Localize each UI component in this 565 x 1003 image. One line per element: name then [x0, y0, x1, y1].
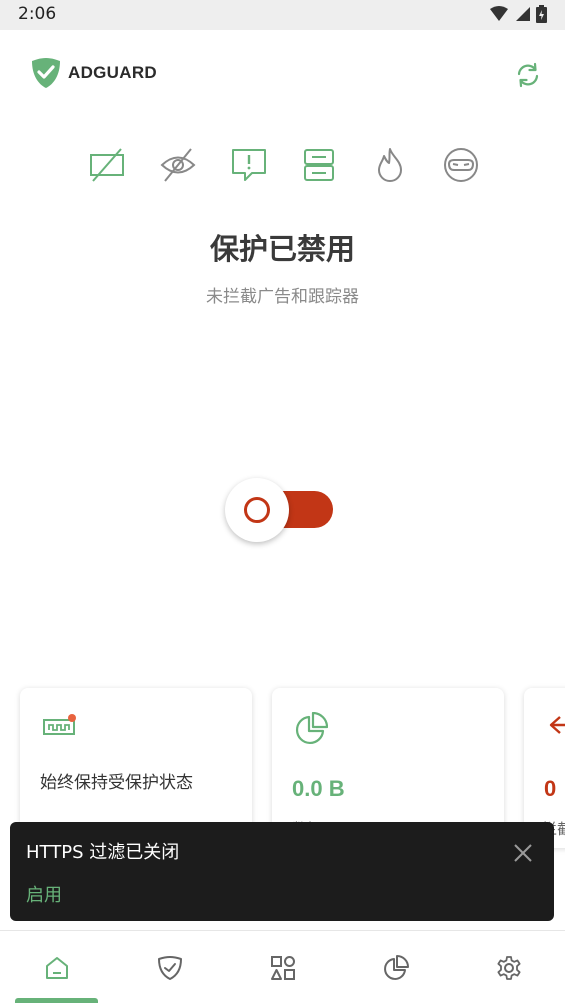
app-header: ADGUARD [0, 30, 565, 120]
nav-statistics[interactable] [339, 931, 452, 1003]
anti-tracking-icon[interactable] [159, 146, 197, 184]
logo-text: ADGUARD [68, 63, 157, 82]
shield-icon [157, 955, 182, 980]
protection-status-subtitle: 未拦截广告和跟踪器 [206, 287, 359, 307]
annoyance-icon[interactable] [230, 146, 268, 184]
always-protected-text: 始终保持受保护状态 [40, 773, 193, 793]
toggle-knob [225, 478, 289, 542]
home-icon [45, 956, 68, 979]
blocked-value: 0 [544, 776, 557, 801]
close-icon[interactable] [512, 842, 534, 864]
bottom-navigation [0, 930, 565, 1003]
protection-status-title: 保护已禁用 [209, 232, 355, 266]
pie-chart-icon [296, 712, 328, 744]
nav-home[interactable] [0, 931, 113, 1003]
snackbar-message: HTTPS 过滤已关闭 [26, 842, 180, 863]
pie-chart-icon [383, 954, 409, 980]
gear-icon [497, 955, 520, 980]
nav-active-indicator [15, 998, 98, 1003]
protection-toggle[interactable] [225, 478, 335, 542]
apps-grid-icon [270, 955, 295, 980]
router-icon [43, 714, 76, 735]
power-off-icon [244, 497, 270, 523]
dns-icon[interactable] [300, 146, 338, 184]
status-bar: 2:06 [0, 0, 565, 30]
nav-settings[interactable] [452, 931, 565, 1003]
nav-apps[interactable] [226, 931, 339, 1003]
signal-icon [516, 7, 530, 21]
adguard-logo: ADGUARD [30, 57, 157, 89]
nav-protection[interactable] [113, 931, 226, 1003]
arrow-left-icon [549, 716, 565, 734]
battery-icon [536, 5, 547, 23]
status-icons [490, 5, 547, 23]
enable-button[interactable]: 启用 [26, 881, 62, 907]
feature-icons [88, 146, 480, 186]
stealth-icon[interactable] [442, 146, 480, 184]
ad-block-icon[interactable] [88, 146, 126, 184]
firewall-icon[interactable] [371, 146, 409, 184]
https-filtering-snackbar: HTTPS 过滤已关闭 启用 [10, 822, 554, 921]
status-time: 2:06 [18, 4, 57, 24]
shield-check-icon [32, 58, 60, 88]
wifi-icon [490, 6, 508, 21]
refresh-icon[interactable] [513, 60, 543, 90]
data-saved-value: 0.0 B [292, 776, 345, 801]
